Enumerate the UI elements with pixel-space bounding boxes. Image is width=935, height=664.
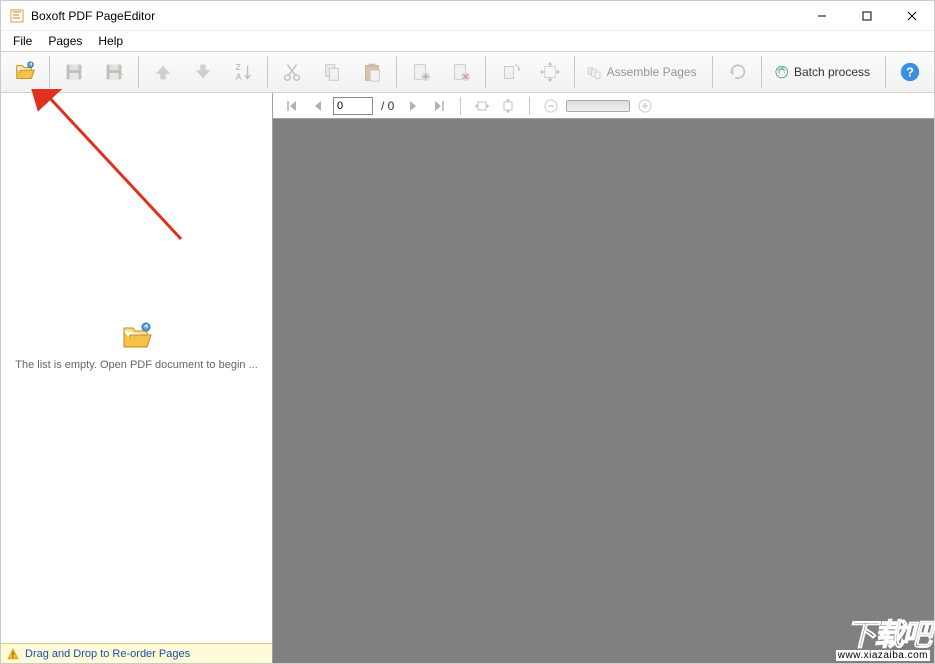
help-button[interactable]: ? [892,54,928,90]
toolbar-separator [761,56,762,88]
nav-separator [529,97,530,115]
move-up-button[interactable] [145,54,181,90]
page-number-input[interactable] [333,97,373,115]
first-page-button[interactable] [281,95,303,117]
toolbar-separator [712,56,713,88]
toolbar-separator [885,56,886,88]
prev-page-button[interactable] [307,95,329,117]
undo-button[interactable] [719,54,755,90]
fit-width-button[interactable] [471,95,493,117]
toolbar: ZA Assemble Pages Batch process ? [1,51,934,93]
app-icon [9,8,25,24]
close-button[interactable] [889,1,934,30]
page-total: / 0 [381,99,394,113]
toolbar-separator [396,56,397,88]
copy-button[interactable] [314,54,350,90]
rotate-button[interactable] [492,54,528,90]
open-folder-icon[interactable] [121,321,153,353]
paste-button[interactable] [354,54,390,90]
svg-text:?: ? [906,65,914,80]
toolbar-separator [138,56,139,88]
batch-label: Batch process [794,65,870,79]
delete-page-button[interactable] [443,54,479,90]
svg-text:Z: Z [236,63,241,72]
svg-text:A: A [236,72,242,81]
open-button[interactable] [7,54,43,90]
zoom-slider[interactable] [566,100,630,112]
assemble-pages-button[interactable]: Assemble Pages [581,54,706,90]
preview-canvas [273,119,934,663]
save-as-button[interactable] [96,54,132,90]
menubar: File Pages Help [1,31,934,51]
fit-height-button[interactable] [497,95,519,117]
warning-icon [7,648,19,660]
empty-list-text: The list is empty. Open PDF document to … [9,359,264,371]
sort-button[interactable]: ZA [225,54,261,90]
batch-process-button[interactable]: Batch process [768,54,880,90]
watermark-text: 下载吧 [846,610,930,654]
window-title: Boxoft PDF PageEditor [31,9,799,23]
menu-file[interactable]: File [5,32,40,50]
fit-button[interactable] [532,54,568,90]
window-controls [799,1,934,30]
toolbar-separator [574,56,575,88]
toolbar-separator [49,56,50,88]
menu-pages[interactable]: Pages [40,32,90,50]
toolbar-separator [485,56,486,88]
next-page-button[interactable] [402,95,424,117]
zoom-out-button[interactable] [540,95,562,117]
pages-list[interactable]: The list is empty. Open PDF document to … [1,93,272,643]
insert-page-button[interactable] [403,54,439,90]
footer-text: Drag and Drop to Re-order Pages [25,648,190,660]
toolbar-separator [267,56,268,88]
minimize-button[interactable] [799,1,844,30]
save-button[interactable] [56,54,92,90]
sidebar-footer: Drag and Drop to Re-order Pages [1,643,272,663]
cut-button[interactable] [274,54,310,90]
content-area: The list is empty. Open PDF document to … [1,93,934,663]
watermark: 下载吧 www.xiazaiba.com [836,610,930,661]
nav-separator [460,97,461,115]
move-down-button[interactable] [185,54,221,90]
zoom-in-button[interactable] [634,95,656,117]
preview-pane: / 0 [273,93,934,663]
menu-help[interactable]: Help [90,32,131,50]
preview-toolbar: / 0 [273,93,934,119]
last-page-button[interactable] [428,95,450,117]
watermark-url: www.xiazaiba.com [836,650,930,661]
maximize-button[interactable] [844,1,889,30]
pages-sidebar: The list is empty. Open PDF document to … [1,93,273,663]
assemble-label: Assemble Pages [607,65,697,79]
titlebar: Boxoft PDF PageEditor [1,1,934,31]
